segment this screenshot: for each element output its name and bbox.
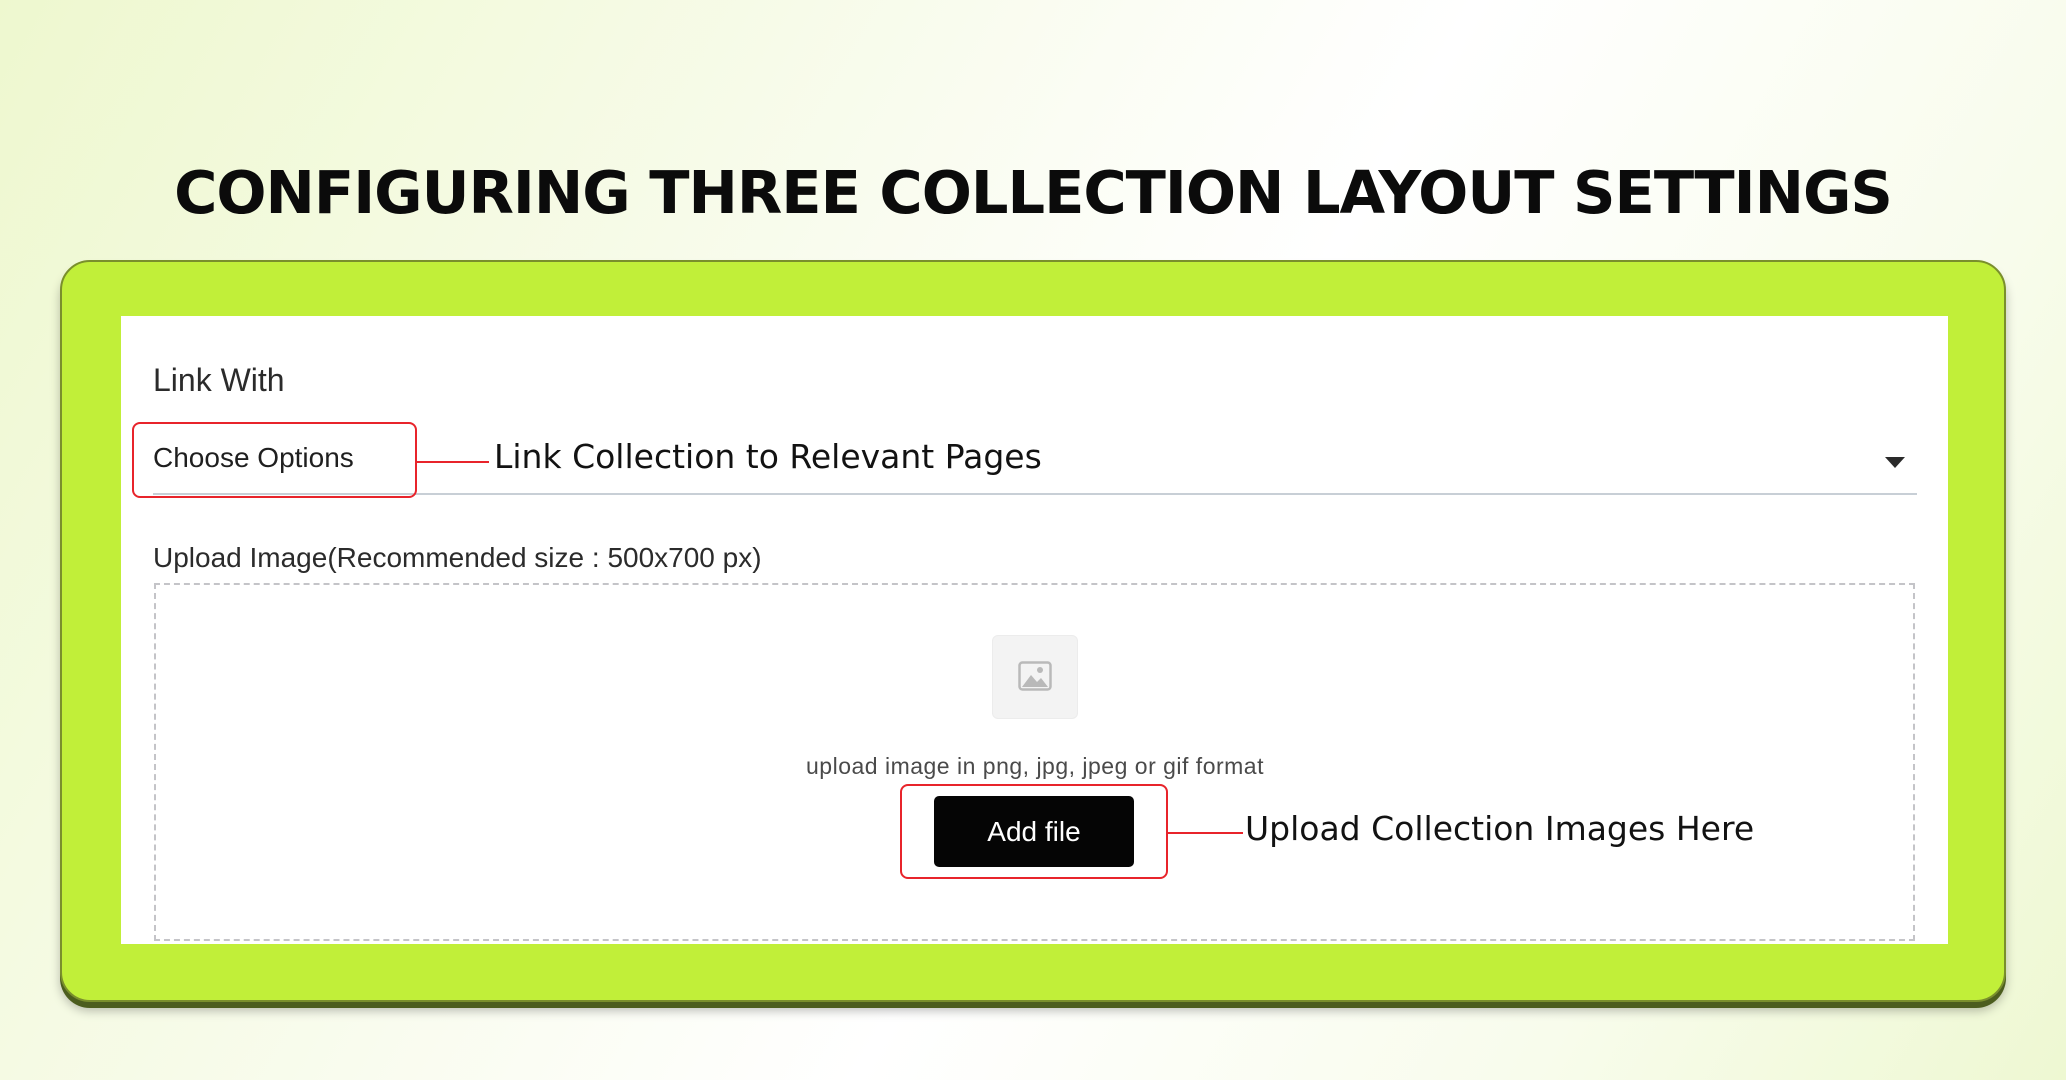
upload-format-hint: upload image in png, jpg, jpeg or gif fo… [806, 753, 1264, 779]
page-title: CONFIGURING THREE COLLECTION LAYOUT SETT… [174, 158, 1893, 227]
upload-callout-text: Upload Collection Images Here [1245, 809, 1755, 848]
add-file-highlight-box [900, 784, 1168, 879]
upload-image-label: Upload Image(Recommended size : 500x700 … [153, 542, 762, 573]
link-with-label: Link With [153, 362, 285, 398]
caret-down-icon[interactable] [1885, 457, 1905, 468]
upload-callout-connector [1168, 832, 1243, 834]
select-highlight-box [132, 422, 417, 498]
image-icon [992, 635, 1078, 719]
select-callout-connector [417, 461, 489, 463]
image-icon-glyph [1018, 661, 1052, 691]
select-callout-text: Link Collection to Relevant Pages [494, 437, 1042, 476]
